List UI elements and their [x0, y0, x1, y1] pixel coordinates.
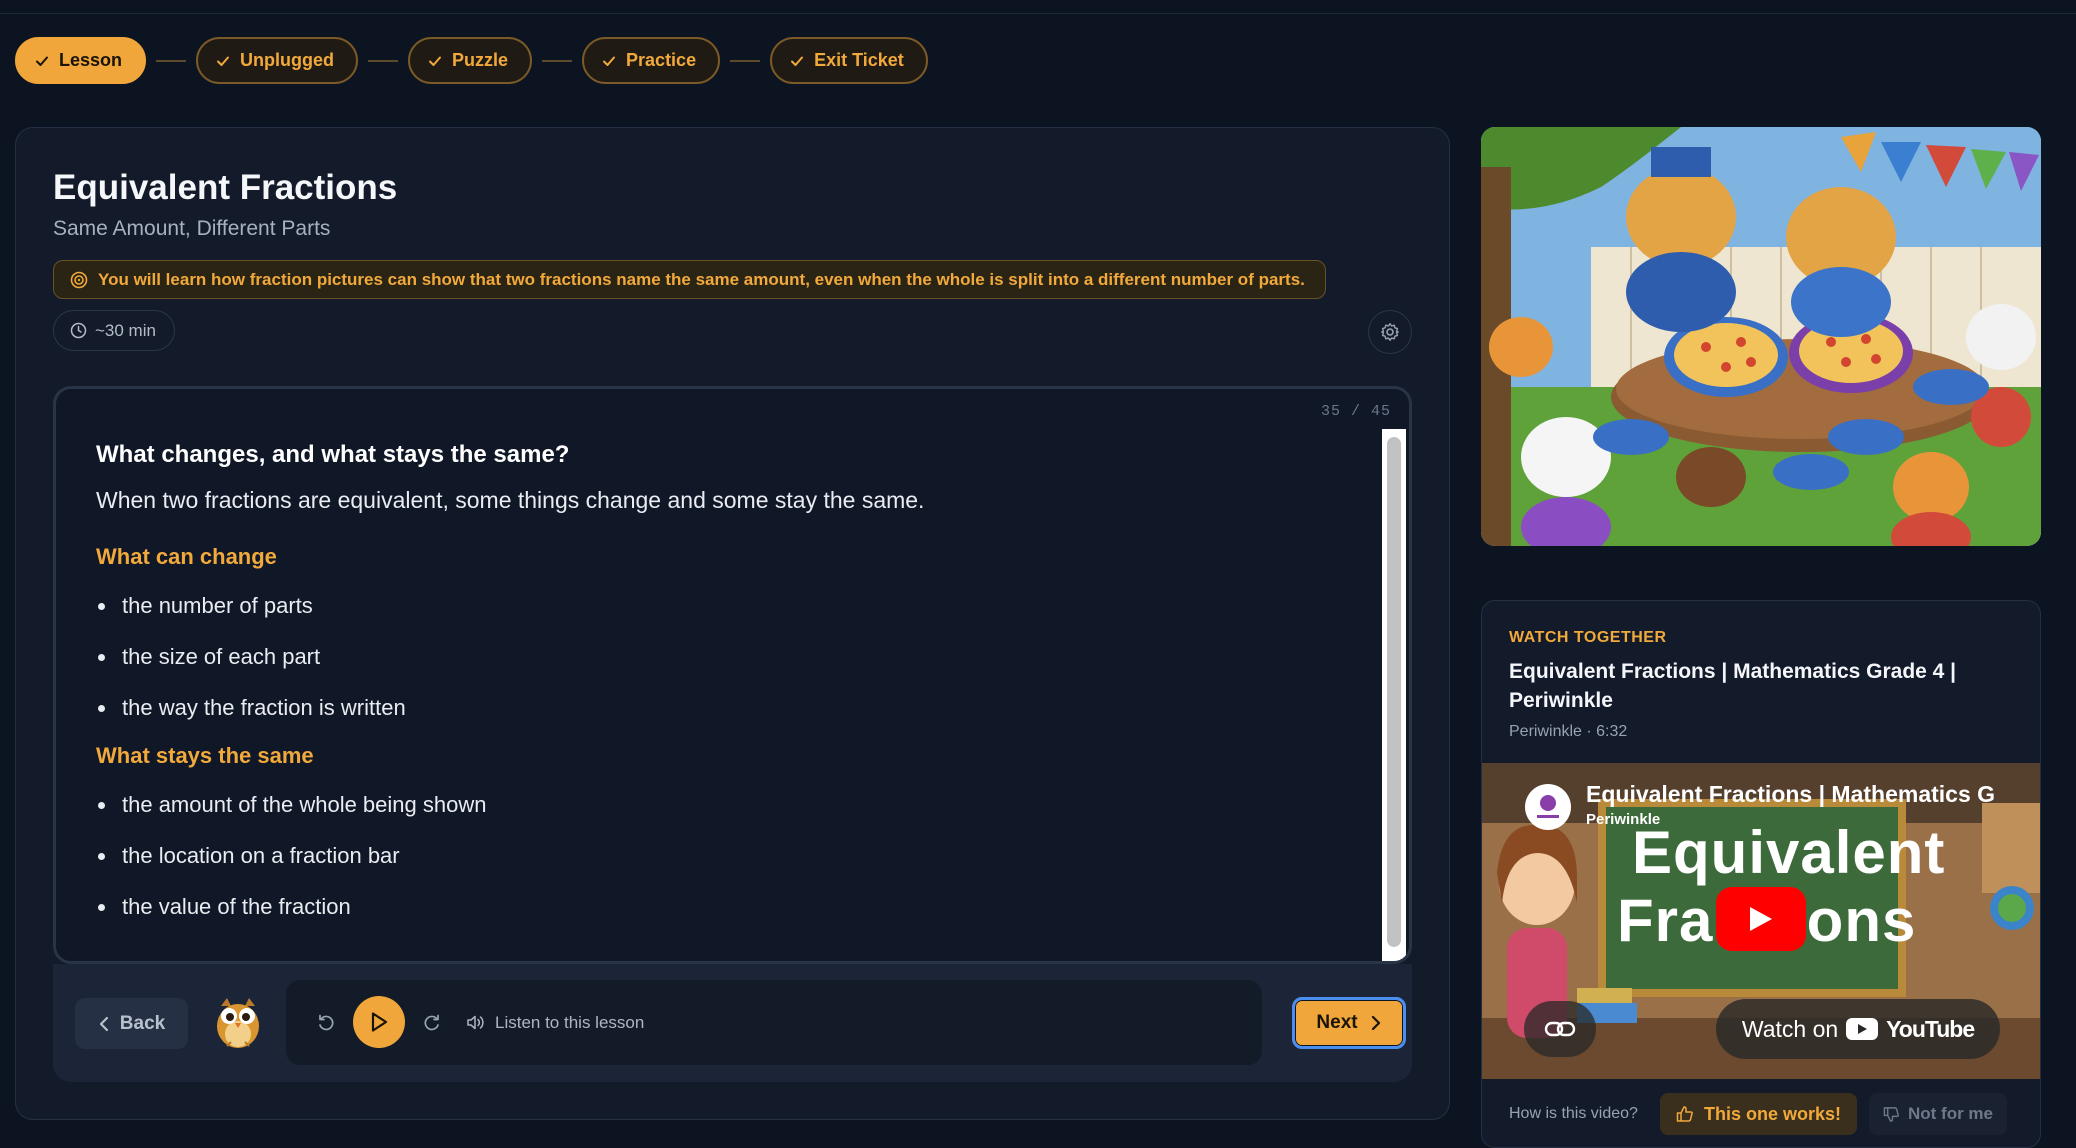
forward-button[interactable]: [420, 980, 444, 1065]
section-title-change: What can change: [96, 544, 277, 569]
chevron-left-icon: [99, 1016, 108, 1031]
lesson-card: Equivalent Fractions Same Amount, Differ…: [15, 127, 1450, 1120]
video-meta: Periwinkle · 6:32: [1509, 723, 1628, 740]
step-connector: [542, 59, 573, 62]
step-puzzle[interactable]: Puzzle: [408, 37, 533, 84]
youtube-logo-icon: [1846, 1018, 1879, 1040]
next-label: Next: [1316, 1012, 1358, 1033]
chevron-right-icon: [1371, 1015, 1380, 1031]
channel-avatar: [1525, 784, 1571, 830]
section-title-same: What stays the same: [96, 743, 314, 768]
slide-counter: 35 / 45: [1320, 403, 1391, 420]
objective-text: You will learn how fraction pictures can…: [98, 269, 1305, 289]
step-label: Lesson: [59, 50, 123, 70]
youtube-wordmark: YouTube: [1886, 1015, 1975, 1042]
lesson-subtitle: Same Amount, Different Parts: [53, 217, 331, 240]
slide-intro: When two fractions are equivalent, some …: [96, 487, 925, 513]
step-label: Puzzle: [452, 50, 509, 70]
play-icon: [1750, 907, 1772, 931]
slide-panel: 35 / 45 What changes, and what stays the…: [53, 386, 1412, 964]
video-card: WATCH TOGETHER Equivalent Fractions | Ma…: [1481, 600, 2041, 1148]
youtube-play-button[interactable]: [1716, 887, 1806, 951]
rewind-icon: [319, 1014, 334, 1030]
video-feedback: How is this video? This one works! Not f…: [1482, 1079, 2040, 1147]
play-icon: [371, 1012, 388, 1032]
step-connector: [730, 59, 761, 62]
top-divider: [0, 13, 2076, 14]
video-title: Equivalent Fractions | Mathematics Grade…: [1509, 660, 1957, 712]
list-item: the amount of the whole being shown: [96, 779, 1366, 830]
step-connector: [156, 59, 187, 62]
back-label: Back: [119, 1012, 166, 1034]
settings-button[interactable]: [1368, 310, 1412, 354]
step-label: Exit Ticket: [814, 50, 904, 70]
play-button[interactable]: [353, 996, 405, 1048]
audio-player: Listen to this lesson: [286, 980, 1262, 1065]
lesson-controls: Back Listen to this lesson Next: [53, 964, 1412, 1082]
step-label: Unplugged: [240, 50, 335, 70]
gear-icon: [1381, 323, 1399, 341]
list-item: the way the fraction is written: [96, 682, 1366, 733]
video-player[interactable]: Equivalent Fractions | Mathematics G Per…: [1482, 763, 2040, 1079]
forward-icon: [424, 1014, 439, 1030]
not-for-me-button[interactable]: Not for me: [1868, 1093, 2007, 1135]
check-icon: [217, 56, 230, 66]
target-icon: [70, 271, 88, 288]
this-one-works-button[interactable]: This one works!: [1659, 1093, 1857, 1135]
thumbs-down-icon: [1883, 1106, 1899, 1122]
next-button[interactable]: Next: [1292, 997, 1406, 1049]
duration-chip: ~30 min: [53, 310, 175, 351]
thumb-text-line3: ions: [1789, 887, 1917, 954]
listen-label: Listen to this lesson: [495, 1012, 645, 1032]
slide-heading: What changes, and what stays the same?: [96, 441, 570, 468]
step-exit-ticket[interactable]: Exit Ticket: [770, 37, 928, 84]
feedback-question: How is this video?: [1509, 1105, 1638, 1122]
notfor-label: Not for me: [1907, 1104, 1993, 1123]
thumb-text-line2: Fra: [1617, 887, 1714, 954]
slide-content: What changes, and what stays the same? W…: [96, 441, 1366, 942]
duration-text: ~30 min: [95, 320, 156, 340]
learning-objective: You will learn how fraction pictures can…: [53, 260, 1326, 299]
list-item: the location on a fraction bar: [96, 830, 1366, 881]
change-list: the number of parts the size of each par…: [96, 580, 1366, 733]
list-item: the value of the fraction: [96, 881, 1366, 932]
thumbs-up-icon: [1676, 1106, 1693, 1122]
same-list: the amount of the whole being shown the …: [96, 779, 1366, 932]
check-icon: [36, 56, 48, 66]
speaker-icon: [467, 1015, 484, 1030]
step-connector: [368, 59, 399, 62]
copy-link-button[interactable]: [1524, 1001, 1596, 1057]
video-eyebrow: WATCH TOGETHER: [1509, 629, 1667, 646]
lesson-title: Equivalent Fractions: [53, 168, 398, 207]
scrollbar-thumb[interactable]: [1387, 437, 1401, 947]
step-lesson[interactable]: Lesson: [15, 37, 147, 84]
owl-mascot-icon: [217, 998, 259, 1048]
watch-on-youtube-button[interactable]: Watch on YouTube: [1716, 999, 2000, 1059]
check-icon: [603, 56, 616, 66]
clock-icon: [70, 322, 87, 339]
lesson-illustration: [1481, 127, 2041, 546]
check-icon: [429, 56, 442, 66]
check-icon: [791, 56, 804, 66]
step-label: Practice: [626, 50, 697, 70]
list-item: the number of parts: [96, 580, 1366, 631]
works-label: This one works!: [1703, 1103, 1841, 1124]
list-item: the size of each part: [96, 631, 1366, 682]
thumb-title: Equivalent Fractions | Mathematics G: [1586, 781, 1996, 807]
thumb-text-line1: Equivalent: [1632, 819, 1946, 886]
link-icon: [1544, 1021, 1576, 1037]
back-button[interactable]: Back: [75, 998, 188, 1049]
pizza-party-illustration: [1481, 127, 2041, 546]
rewind-button[interactable]: [314, 980, 338, 1065]
watch-on-label: Watch on: [1741, 1015, 1839, 1042]
lesson-stepper: Lesson Unplugged Puzzle Practice Exit Ti…: [15, 37, 928, 84]
step-practice[interactable]: Practice: [582, 37, 721, 84]
step-unplugged[interactable]: Unplugged: [196, 37, 359, 84]
listen-toggle[interactable]: Listen to this lesson: [466, 980, 644, 1065]
